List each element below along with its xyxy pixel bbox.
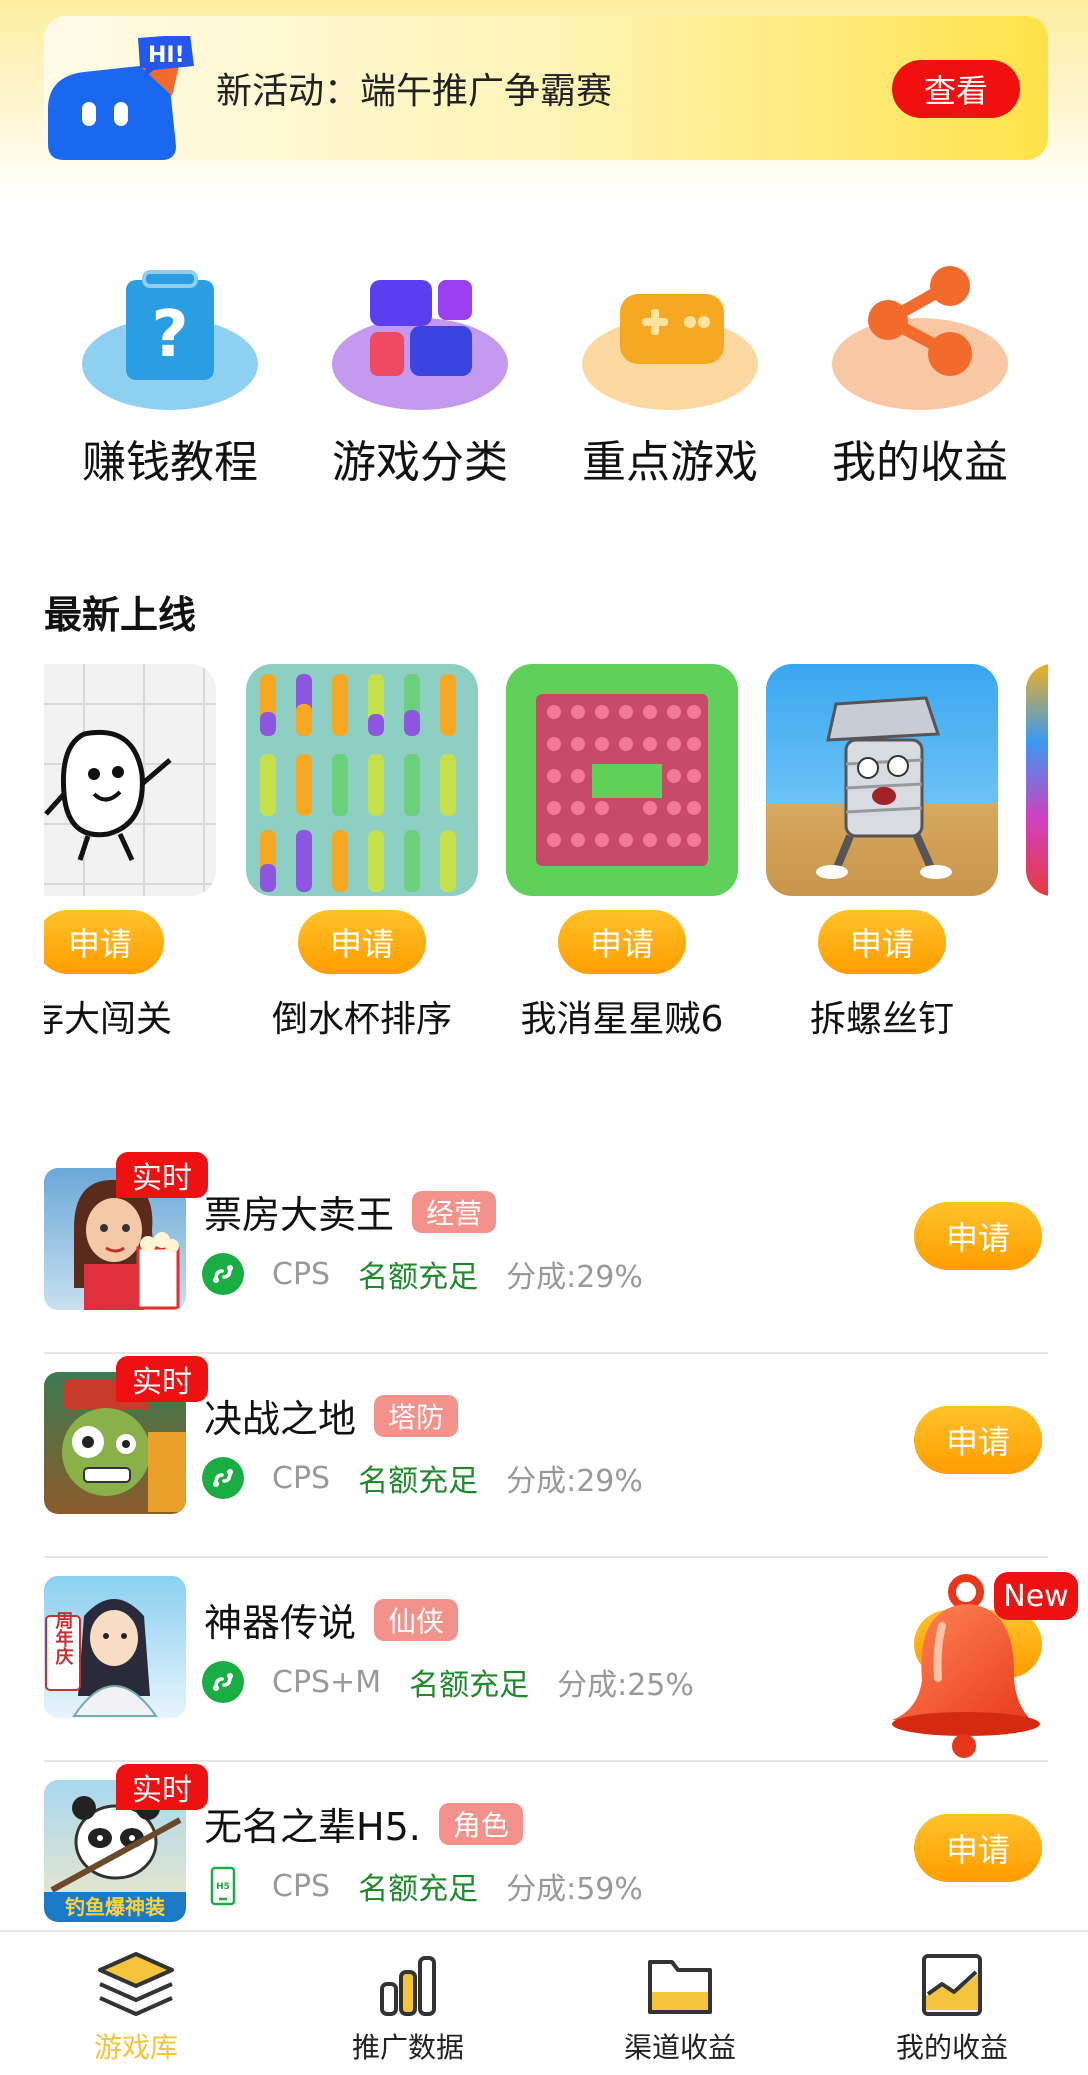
- game-thumbnail: [1026, 664, 1048, 896]
- gamepad-icon: [582, 294, 758, 410]
- question-box-icon: ?: [82, 270, 258, 410]
- tab-game-library[interactable]: 游戏库: [0, 1932, 272, 2075]
- tab-label: 我的收益: [895, 2031, 1008, 2064]
- promotion-type: CPS: [272, 1868, 331, 1904]
- revenue-share: 分成:29%: [506, 1464, 643, 1499]
- new-badge: New: [994, 1572, 1078, 1620]
- share-icon: [832, 266, 1008, 410]
- game-thumbnail: [246, 664, 478, 896]
- quick-entry-label: 游戏分类: [332, 437, 508, 488]
- trend-image-icon: [922, 1954, 982, 2016]
- quota-status: 名额充足: [358, 1260, 479, 1295]
- mini-program-icon: [202, 1661, 244, 1703]
- tab-label: 推广数据: [351, 2031, 464, 2064]
- genre-tag: 塔防: [374, 1394, 459, 1437]
- newest-card[interactable]: 申请 存大闯关: [44, 660, 216, 1050]
- view-button[interactable]: 查看: [892, 60, 1020, 118]
- icon-text: 钓鱼爆神装: [65, 1895, 165, 1919]
- game-name: 无名之辈H5.: [204, 1805, 421, 1849]
- category-grid-icon: [332, 280, 508, 410]
- quick-entry-label: 我的收益: [832, 437, 1008, 488]
- genre-tag: 经营: [412, 1190, 497, 1233]
- apply-button[interactable]: 申请: [558, 910, 686, 974]
- promotion-type: CPS+M: [272, 1664, 382, 1700]
- mini-program-icon: [202, 1253, 244, 1295]
- game-thumbnail: [766, 664, 998, 896]
- svg-text:?: ?: [151, 298, 188, 372]
- game-name: 拆螺丝钉: [809, 999, 954, 1040]
- newest-card[interactable]: 申请 我消星星贼6: [506, 660, 738, 1050]
- quick-entries: ? 赚钱教程 游戏分类 重点游戏 我的收益: [0, 260, 1088, 490]
- game-thumbnail: [506, 664, 738, 896]
- quick-entry-featured[interactable]: 重点游戏: [550, 260, 780, 490]
- tab-label: 渠道收益: [623, 2031, 736, 2064]
- apply-button[interactable]: 申请: [914, 1202, 1042, 1270]
- promotion-type: CPS: [272, 1460, 331, 1496]
- tab-channel-earnings[interactable]: 渠道收益: [544, 1932, 816, 2075]
- promotion-type: CPS: [272, 1256, 331, 1292]
- game-name: 神器传说: [204, 1601, 357, 1645]
- tab-promotion-data[interactable]: 推广数据: [272, 1932, 544, 2075]
- bottom-tab-bar: 游戏库 推广数据 渠道收益 我的收益: [0, 1930, 1088, 2075]
- quota-status: 名额充足: [358, 1872, 479, 1907]
- newest-card[interactable]: 申请 拆螺丝钉: [766, 660, 998, 1050]
- newest-carousel[interactable]: 申请 存大闯关 申请 倒水杯排序 申请 我消星星贼6 申请 拆螺丝钉: [44, 660, 1048, 1050]
- quick-entry-earnings[interactable]: 我的收益: [800, 260, 1030, 490]
- game-name: 倒水杯排序: [271, 999, 452, 1040]
- game-title: 决战之地 塔防: [204, 1388, 459, 1443]
- icon-text: 周年庆: [53, 1611, 74, 1666]
- svg-text:H5: H5: [216, 1882, 230, 1892]
- list-item[interactable]: 实时 决战之地 塔防 CPS 名额充足 分成:29% 申请: [44, 1354, 1048, 1558]
- mascot-text: HI!: [148, 43, 185, 68]
- folder-icon: [648, 1960, 712, 2014]
- quick-entry-category[interactable]: 游戏分类: [300, 260, 530, 490]
- revenue-share: 分成:29%: [506, 1260, 643, 1295]
- game-name: 我消星星贼6: [520, 999, 724, 1040]
- tab-my-earnings[interactable]: 我的收益: [816, 1932, 1088, 2075]
- genre-tag: 角色: [438, 1802, 523, 1845]
- game-title: 神器传说 仙侠: [204, 1592, 459, 1647]
- game-meta: CPS 名额充足 分成:29%: [202, 1250, 643, 1298]
- game-name: 决战之地: [204, 1397, 357, 1441]
- apply-button[interactable]: 申请: [914, 1406, 1042, 1474]
- activity-banner[interactable]: HI! 新活动：端午推广争霸赛 查看: [44, 16, 1048, 160]
- game-icon: 周年庆: [44, 1576, 186, 1718]
- live-badge: 实时: [116, 1152, 208, 1198]
- game-thumbnail: [44, 664, 216, 896]
- game-meta: CPS 名额充足 分成:29%: [202, 1454, 643, 1502]
- game-title: 票房大卖王 经营: [204, 1184, 497, 1239]
- game-name: 票房大卖王: [204, 1193, 395, 1237]
- apply-button[interactable]: 申请: [818, 910, 946, 974]
- live-badge: 实时: [116, 1356, 208, 1402]
- game-meta: CPS+M 名额充足 分成:25%: [202, 1658, 694, 1706]
- h5-icon: H5: [210, 1866, 236, 1906]
- apply-button[interactable]: 申请: [914, 1814, 1042, 1882]
- bar-chart-icon: [380, 1956, 436, 2016]
- quick-entry-label: 赚钱教程: [82, 437, 258, 488]
- revenue-share: 分成:25%: [557, 1668, 694, 1703]
- newest-card[interactable]: [1026, 660, 1048, 1050]
- apply-button[interactable]: 申请: [298, 910, 426, 974]
- quick-entry-tutorial[interactable]: ? 赚钱教程: [50, 260, 280, 490]
- layers-icon: [98, 1952, 174, 2016]
- quota-status: 名额充足: [358, 1464, 479, 1499]
- game-title: 无名之辈H5. 角色: [204, 1796, 523, 1851]
- banner-title: 新活动：端午推广争霸赛: [216, 71, 613, 112]
- tab-label: 游戏库: [93, 2031, 178, 2064]
- mini-program-icon: [202, 1457, 244, 1499]
- quota-status: 名额充足: [409, 1668, 530, 1703]
- game-meta: H5 CPS 名额充足 分成:59%: [202, 1862, 643, 1910]
- section-title-newest: 最新上线: [44, 593, 197, 637]
- list-item[interactable]: 实时 票房大卖王 经营 CPS 名额充足 分成:29% 申请: [44, 1150, 1048, 1354]
- mascot-icon: HI!: [48, 36, 194, 160]
- game-name: 存大闯关: [44, 999, 172, 1040]
- apply-button[interactable]: 申请: [44, 910, 164, 974]
- revenue-share: 分成:59%: [506, 1872, 643, 1907]
- quick-entry-label: 重点游戏: [582, 437, 758, 488]
- newest-card[interactable]: 申请 倒水杯排序: [246, 660, 478, 1050]
- genre-tag: 仙侠: [374, 1598, 459, 1641]
- live-badge: 实时: [116, 1764, 208, 1810]
